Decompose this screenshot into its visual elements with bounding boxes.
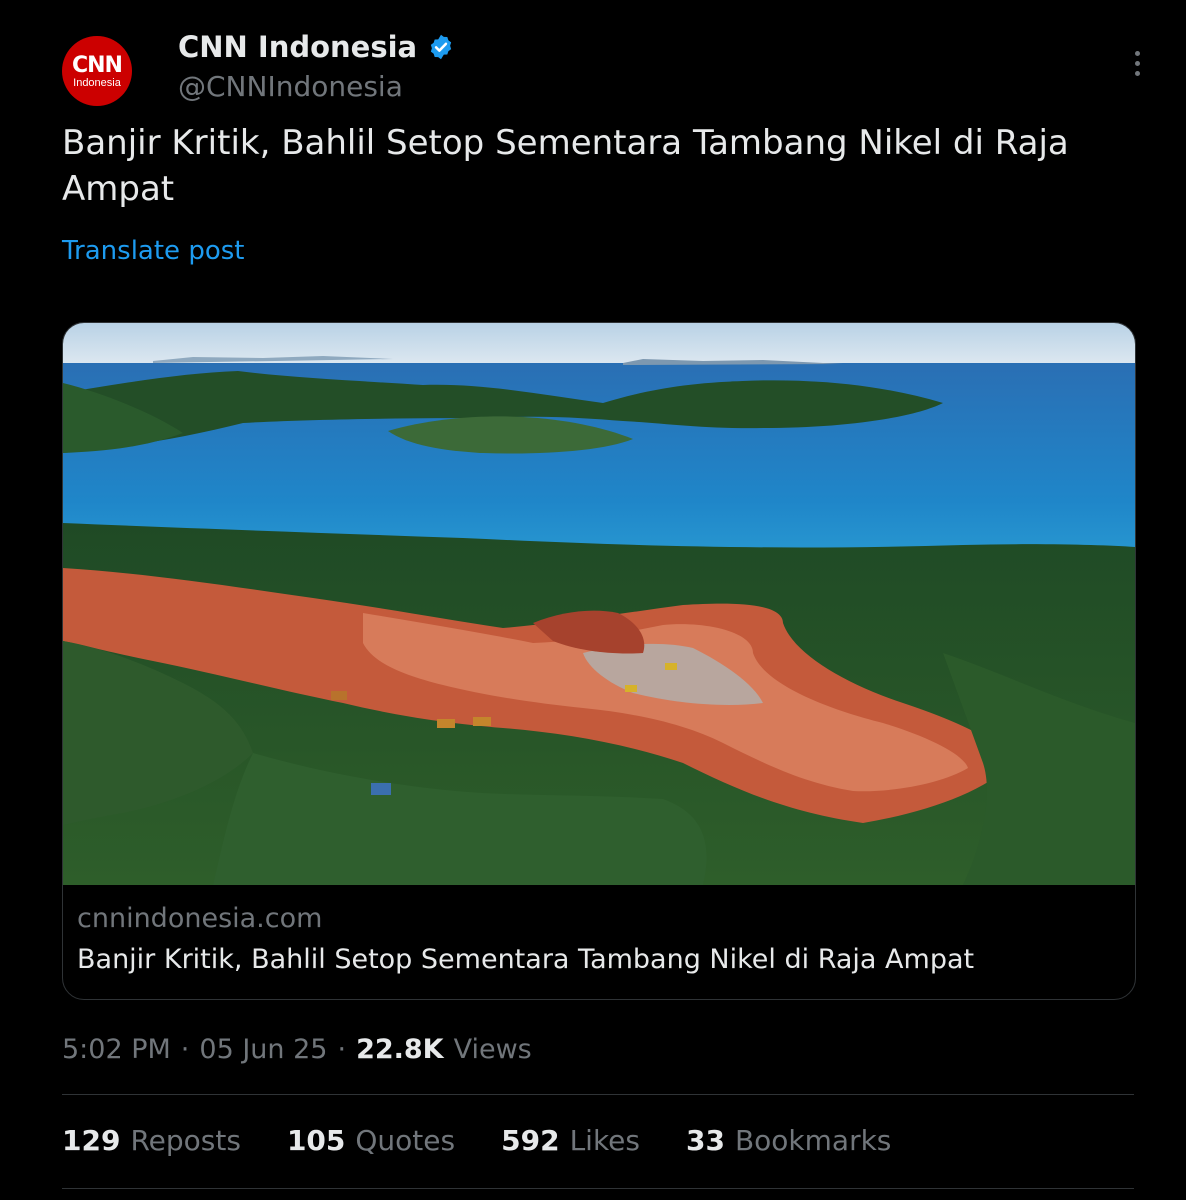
quotes-stat[interactable]: 105 Quotes	[287, 1124, 455, 1157]
views-label: Views	[453, 1034, 532, 1065]
bookmarks-count: 33	[685, 1124, 725, 1157]
card-title: Banjir Kritik, Bahlil Setop Sementara Ta…	[77, 944, 975, 975]
post-header: CNN Indonesia CNN Indonesia @CNNIndonesi…	[62, 28, 1152, 108]
divider	[62, 1188, 1134, 1189]
more-dot	[1134, 70, 1140, 76]
reposts-stat[interactable]: 129 Reposts	[62, 1124, 241, 1157]
likes-stat[interactable]: 592 Likes	[501, 1124, 640, 1157]
post-time[interactable]: 5:02 PM	[62, 1034, 171, 1065]
separator-dot: ·	[180, 1034, 190, 1065]
engagement-stats: 129 Reposts 105 Quotes 592 Likes 33 Book…	[62, 1124, 891, 1157]
verified-badge-icon	[430, 34, 452, 60]
reposts-label: Reposts	[130, 1124, 241, 1157]
avatar-logo-subtext: Indonesia	[73, 77, 121, 89]
post-date[interactable]: 05 Jun 25	[199, 1034, 327, 1065]
more-dot	[1134, 50, 1140, 56]
author-info: CNN Indonesia @CNNIndonesia	[178, 28, 455, 103]
more-options-icon[interactable]	[1122, 48, 1152, 78]
more-dot	[1134, 60, 1140, 66]
likes-label: Likes	[569, 1124, 640, 1157]
link-card[interactable]: cnnindonesia.com Banjir Kritik, Bahlil S…	[62, 322, 1136, 1000]
card-meta: cnnindonesia.com Banjir Kritik, Bahlil S…	[77, 903, 974, 975]
quotes-count: 105	[286, 1124, 346, 1157]
views-count: 22.8K	[356, 1034, 444, 1065]
likes-count: 592	[501, 1124, 560, 1157]
avatar-logo-text: CNN	[72, 53, 123, 78]
quotes-label: Quotes	[355, 1124, 456, 1157]
bookmarks-label: Bookmarks	[734, 1124, 892, 1157]
avatar[interactable]: CNN Indonesia	[62, 36, 132, 106]
author-handle[interactable]: @CNNIndonesia	[178, 70, 455, 103]
author-name-text: CNN Indonesia	[178, 30, 418, 64]
author-display-name[interactable]: CNN Indonesia	[178, 28, 455, 66]
post-text: Banjir Kritik, Bahlil Setop Sementara Ta…	[62, 123, 1069, 209]
post-timestamp-row: 5:02 PM · 05 Jun 25 · 22.8K Views	[62, 1034, 532, 1065]
card-image[interactable]	[63, 323, 1135, 885]
divider	[62, 1094, 1134, 1095]
card-domain: cnnindonesia.com	[77, 903, 323, 934]
bookmarks-stat[interactable]: 33 Bookmarks	[686, 1124, 891, 1157]
separator-dot: ·	[337, 1034, 347, 1065]
translate-post-link[interactable]: Translate post	[62, 236, 244, 266]
reposts-count: 129	[62, 1124, 121, 1157]
